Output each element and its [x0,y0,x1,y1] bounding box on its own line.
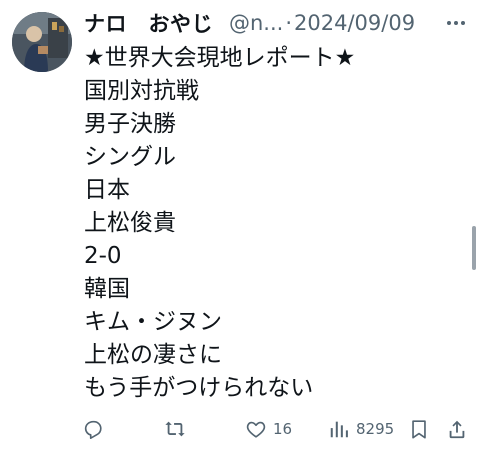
post-line: 韓国 [84,276,130,302]
post-text: ★世界大会現地レポート★ 国別対抗戦 男子決勝 シングル 日本 上松俊貴 2-0… [84,42,454,405]
post-line: ★世界大会現地レポート★ [84,45,356,71]
post: ナロ おやじ @n... · 2024/09/09 ★世界大会現地レポート★ 国… [0,0,480,454]
reply-button[interactable] [82,414,104,444]
avatar[interactable] [12,12,72,72]
post-line: 上松の凄さに [84,342,222,368]
share-button[interactable] [446,414,468,444]
post-line: 国別対抗戦 [84,78,199,104]
like-button[interactable]: 16 [245,414,292,444]
post-date[interactable]: 2024/09/09 [294,11,415,35]
reply-icon [84,420,102,439]
heart-icon [246,421,266,438]
repost-icon [165,421,185,437]
post-line: 2-0 [84,243,122,269]
separator-dot: · [285,11,293,35]
views-icon [330,421,348,438]
author-name[interactable]: ナロ おやじ [84,8,213,38]
action-bar: 16 8295 [80,414,472,444]
views-button[interactable]: 8295 [328,414,394,444]
more-options-icon[interactable] [444,14,468,32]
author-handle[interactable]: @n... [229,11,283,35]
post-line: 上松俊貴 [84,210,176,236]
like-count: 16 [273,420,293,438]
bookmark-button[interactable] [408,414,430,444]
scrollbar-thumb[interactable] [472,226,476,270]
user-avatar-icon [12,12,72,72]
post-header: ナロ おやじ @n... · 2024/09/09 [84,8,468,38]
post-line: キム・ジヌン [84,309,222,335]
post-line: もう手がつけられない [84,375,314,401]
post-line: 日本 [84,177,130,203]
views-count: 8295 [356,420,395,438]
post-line: 男子決勝 [84,111,176,137]
bookmark-icon [412,420,426,439]
share-icon [449,420,465,439]
repost-button[interactable] [164,414,186,444]
post-line: シングル [84,144,176,170]
